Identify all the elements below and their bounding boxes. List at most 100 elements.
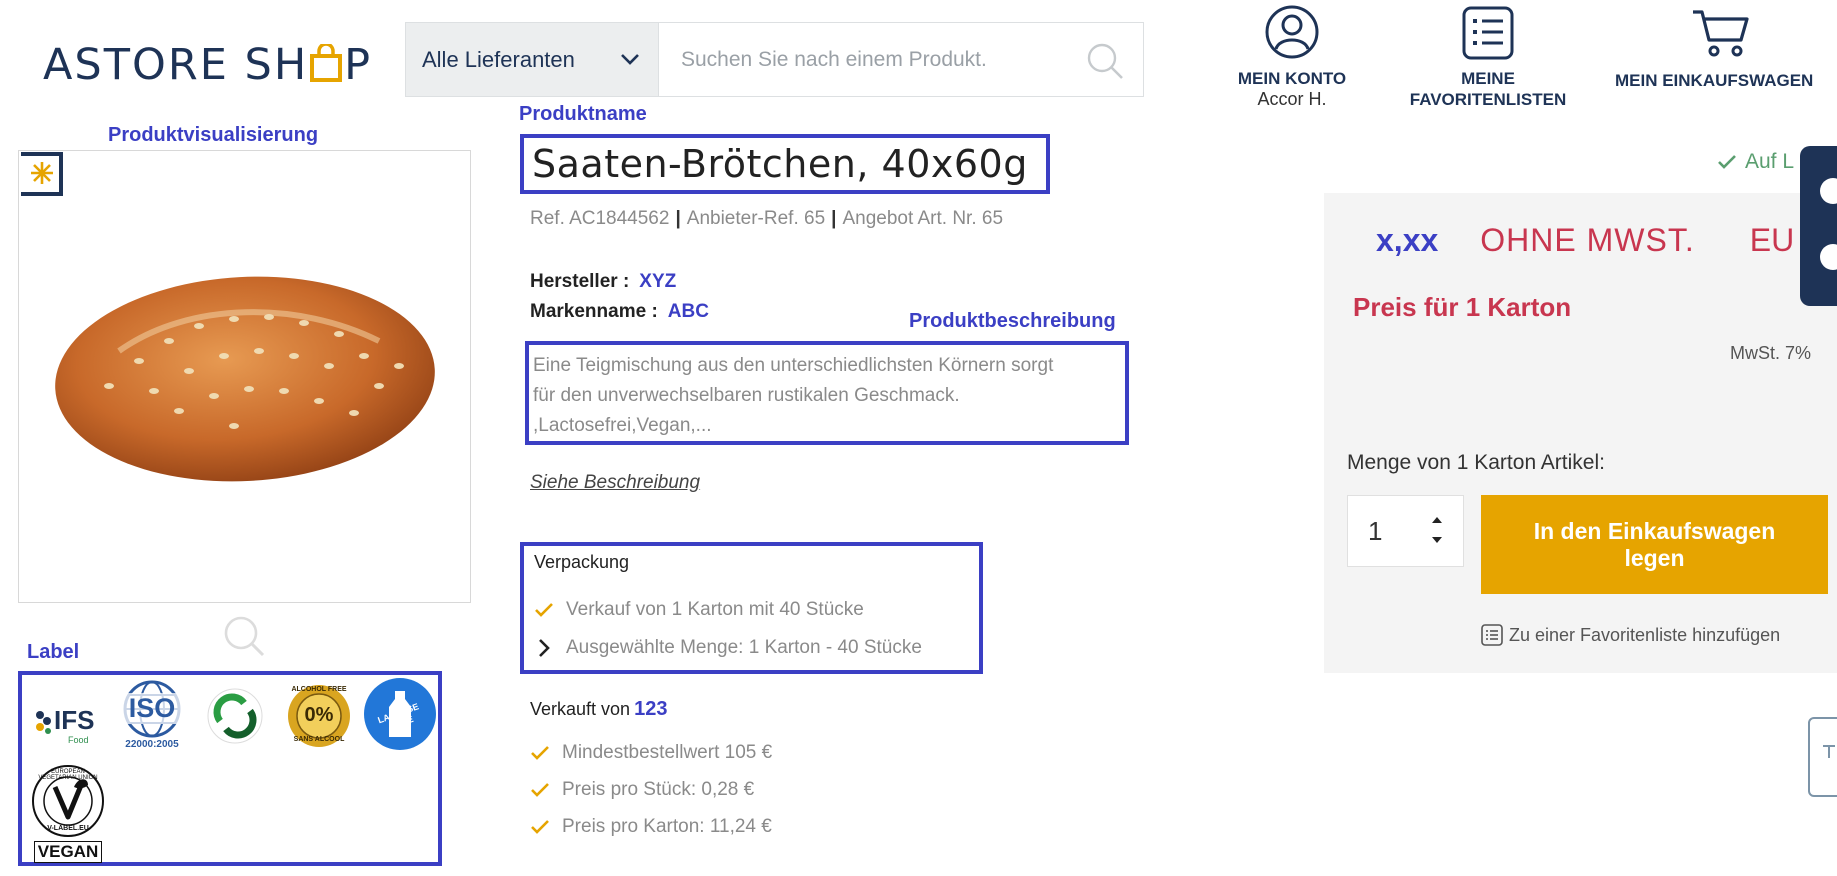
add-to-cart-button[interactable]: In den Einkaufswagen legen: [1481, 495, 1828, 594]
search-icon[interactable]: [1085, 41, 1125, 81]
shop-logo[interactable]: ASTORE SH P: [43, 40, 372, 90]
product-title: Saaten-Brötchen, 40x60g: [532, 142, 1028, 186]
price-row: x,xx OHNE MWST. EU: [1376, 222, 1794, 259]
min-order-row: Mindestbestellwert 105 €: [530, 742, 772, 764]
price-panel: [1324, 193, 1837, 673]
quantity-stepper[interactable]: 1: [1347, 495, 1464, 567]
vegan-label-seal: EUROPEAN VEGETARIAN UNION V-LABEL.EU VEG…: [30, 763, 106, 863]
green-dot-recycling-icon: [206, 687, 264, 745]
description-line-2: für den unverwechselbaren rustikalen Ges…: [533, 385, 960, 406]
quantity-value: 1: [1368, 515, 1383, 546]
product-title-box: Saaten-Brötchen, 40x60g: [520, 134, 1050, 194]
list-icon: [1481, 624, 1503, 646]
add-to-favorites-link[interactable]: Zu einer Favoritenliste hinzufügen: [1481, 624, 1780, 646]
user-icon: [1227, 4, 1357, 60]
supplier-ref: Anbieter-Ref. 65: [686, 208, 826, 229]
check-icon: [534, 602, 556, 618]
stepper-up-icon[interactable]: [1431, 516, 1443, 524]
brand-value: ABC: [667, 301, 709, 322]
availability-status: Auf L: [1717, 150, 1794, 174]
check-icon: [530, 745, 552, 761]
sold-by-row: Verkauft von 123: [530, 698, 667, 721]
account-label: MEIN KONTO: [1237, 69, 1347, 88]
favorites-menu[interactable]: MEINE FAVORITENLISTEN: [1393, 6, 1583, 110]
alcohol-free-seal: ALCOHOL FREE 0% SANS ALCOOL: [286, 683, 352, 749]
cart-menu[interactable]: MEIN EINKAUFSWAGEN: [1605, 8, 1837, 91]
cart-icon: [1605, 8, 1837, 58]
chat-bubble-icon: [1820, 178, 1837, 204]
logo-text-right: P: [344, 40, 373, 90]
see-description-link[interactable]: Siehe Beschreibung: [530, 472, 700, 494]
annotation-description: Produktbeschreibung: [909, 310, 1116, 332]
iso-logo: ISO 22000:2005: [119, 679, 185, 753]
certification-labels: IFS Food ISO 22000:2005 ALCOHOL FREE 0% …: [18, 671, 442, 866]
add-to-cart-label-line2: legen: [1624, 544, 1685, 571]
price-for-label: Preis für 1 Karton: [1353, 292, 1572, 322]
ifs-food-logo: IFS Food: [32, 697, 122, 757]
list-icon: [1393, 6, 1583, 60]
favorites-label-line1: MEINE: [1461, 69, 1515, 88]
check-icon: [530, 819, 552, 835]
price-per-piece-text: Preis pro Stück: 0,28 €: [562, 779, 755, 800]
sold-by-label: Verkauft von: [530, 699, 631, 719]
alcohol-free-percent: 0%: [304, 704, 334, 726]
manufacturer-value: XYZ: [639, 271, 677, 292]
alcohol-free-top-text: ALCOHOL FREE: [291, 686, 347, 693]
add-to-cart-label-line1: In den Einkaufswagen: [1533, 517, 1776, 544]
product-image-frame[interactable]: [18, 150, 471, 603]
vegan-text: VEGAN: [34, 841, 102, 863]
check-icon: [1717, 154, 1737, 170]
chat-side-tab[interactable]: [1800, 146, 1837, 306]
packaging-sale-row: Verkauf von 1 Karton mit 40 Stücke: [534, 591, 969, 629]
cart-label: MEIN EINKAUFSWAGEN: [1615, 71, 1814, 90]
product-image: [55, 276, 435, 482]
ifs-sub-text: Food: [68, 735, 89, 745]
favorites-label-line2: FAVORITENLISTEN: [1409, 90, 1567, 109]
offer-number: Angebot Art. Nr. 65: [842, 208, 1004, 229]
currency-label: EU: [1749, 222, 1795, 258]
add-to-favorites-text: Zu einer Favoritenliste hinzufügen: [1509, 624, 1781, 645]
price-per-piece-row: Preis pro Stück: 0,28 €: [530, 779, 754, 801]
availability-text: Auf L: [1745, 150, 1795, 173]
vegan-ring-text: EUROPEAN VEGETARIAN UNION: [38, 769, 98, 781]
description-line-3: ,Lactosefrei,Vegan,...: [533, 415, 712, 436]
product-description-box: Eine Teigmischung aus den unterschiedlic…: [525, 341, 1129, 445]
stepper-arrows[interactable]: [1431, 516, 1443, 544]
packaging-selected-row[interactable]: Ausgewählte Menge: 1 Karton - 40 Stücke: [534, 629, 969, 667]
chevron-right-icon: [534, 638, 556, 658]
arrow-up-icon: [1820, 741, 1837, 759]
manufacturer-row: Hersteller : XYZ: [530, 271, 676, 293]
account-user: Accor H.: [1257, 89, 1327, 109]
lactose-free-seal: LACTOSE FREE: [363, 677, 437, 751]
search-input[interactable]: Suchen Sie nach einem Produkt.: [659, 22, 1144, 97]
logo-text-left: ASTORE SH: [43, 40, 309, 90]
sold-by-value: 123: [634, 698, 668, 720]
packaging-box: Verpackung Verkauf von 1 Karton mit 40 S…: [520, 542, 983, 674]
search-placeholder: Suchen Sie nach einem Produkt.: [681, 47, 987, 71]
scroll-to-top-button[interactable]: [1808, 717, 1837, 797]
shopping-bag-icon: [309, 44, 343, 82]
price-per-carton-text: Preis pro Karton: 11,24 €: [562, 816, 772, 837]
supplier-select[interactable]: Alle Lieferanten: [405, 22, 659, 97]
price-value: x,xx: [1376, 222, 1439, 258]
packaging-title: Verpackung: [534, 552, 630, 572]
frozen-snowflake-icon: [18, 150, 65, 198]
check-icon: [530, 782, 552, 798]
iso-sub-text: 22000:2005: [125, 739, 179, 750]
packaging-selected-text: Ausgewählte Menge: 1 Karton - 40 Stücke: [566, 637, 922, 658]
packaging-sale-text: Verkauf von 1 Karton mit 40 Stücke: [566, 599, 864, 620]
quantity-label: Menge von 1 Karton Artikel:: [1347, 451, 1605, 474]
supplier-select-value: Alle Lieferanten: [422, 46, 575, 72]
annotation-label: Label: [27, 641, 80, 663]
min-order-text: Mindestbestellwert 105 €: [562, 742, 773, 763]
stepper-down-icon[interactable]: [1431, 536, 1443, 544]
ifs-text: IFS: [54, 705, 95, 735]
help-icon: [1820, 244, 1837, 270]
annotation-name: Produktname: [519, 103, 647, 125]
iso-text: ISO: [123, 693, 181, 724]
description-line-1: Eine Teigmischung aus den unterschiedlic…: [533, 355, 1054, 376]
product-ref: Ref. AC1844562: [530, 208, 670, 229]
zoom-icon[interactable]: [222, 614, 266, 658]
account-menu[interactable]: MEIN KONTO Accor H.: [1227, 4, 1357, 110]
vat-label: MwSt. 7%: [1730, 343, 1812, 363]
